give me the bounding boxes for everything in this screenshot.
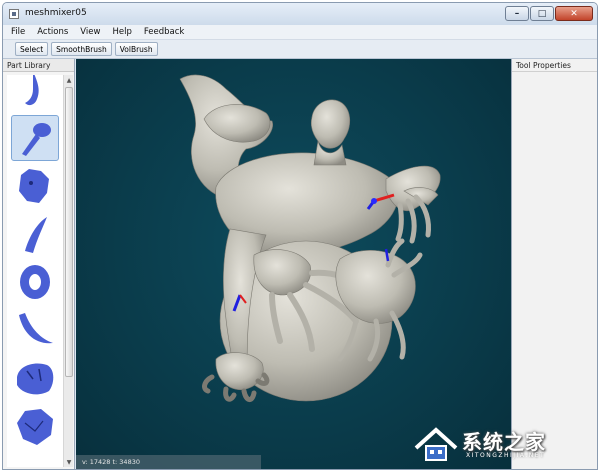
minimize-button[interactable]: – [505,6,529,21]
window-controls: – □ ✕ [505,6,593,21]
minimize-icon: – [514,8,520,19]
maximize-icon: □ [537,8,547,19]
menu-actions[interactable]: Actions [37,27,68,37]
part-library-panel: Part Library ▲ ▼ [3,59,75,469]
tool-bar: Select SmoothBrush VolBrush [3,40,597,59]
part-item-claw[interactable] [11,307,59,353]
watermark-main: 系统之家 [462,430,546,454]
part-item-horn[interactable] [11,211,59,257]
close-button[interactable]: ✕ [555,6,593,21]
part-item-lump[interactable] [11,355,59,401]
part-thumbnail [17,409,53,445]
part-item-rock[interactable] [11,403,59,449]
3d-viewport[interactable]: v: 17428 t: 34830 [76,59,511,469]
part-thumbnail [19,313,53,344]
smoothbrush-tool-button[interactable]: SmoothBrush [51,42,112,56]
site-watermark: 系统之家 XITONGZHIJIA.NET [412,422,592,464]
tool-properties-title: Tool Properties [512,59,597,72]
menu-file[interactable]: File [11,27,25,37]
menu-feedback[interactable]: Feedback [144,27,184,37]
part-thumbnail [22,123,51,156]
menu-bar: File Actions View Help Feedback [3,25,597,40]
part-thumbnail [17,363,54,395]
part-thumbnail [20,265,50,299]
window-title: meshmixer05 [25,8,87,18]
menu-help[interactable]: Help [112,27,131,37]
scroll-thumb[interactable] [65,87,73,377]
tool-properties-panel: Tool Properties [511,59,597,469]
select-tool-button[interactable]: Select [15,42,49,56]
part-library-title: Part Library [3,59,74,72]
part-item-ring[interactable] [11,259,59,305]
maximize-button[interactable]: □ [530,6,554,21]
scroll-up-icon[interactable]: ▲ [64,75,74,85]
menu-view[interactable]: View [80,27,100,37]
app-window: meshmixer05 – □ ✕ File Actions View Help… [2,2,598,470]
part-library-list [7,75,63,467]
watermark-sub: XITONGZHIJIA.NET [466,452,546,459]
part-item-arm[interactable] [11,115,59,161]
scroll-down-icon[interactable]: ▼ [64,457,74,467]
mesh-model [179,74,441,402]
part-item-head[interactable] [11,163,59,209]
part-thumbnail [25,217,47,253]
part-thumbnail [19,169,49,203]
viewport-status: v: 17428 t: 34830 [76,455,261,469]
title-bar[interactable]: meshmixer05 – □ ✕ [3,3,597,25]
close-icon: ✕ [570,8,578,19]
house-logo-icon [414,427,458,461]
app-icon [9,9,19,19]
part-thumbnail [25,75,39,106]
volbrush-tool-button[interactable]: VolBrush [114,42,158,56]
part-library-scrollbar[interactable]: ▲ ▼ [63,75,73,467]
part-item-tail[interactable] [11,75,59,113]
